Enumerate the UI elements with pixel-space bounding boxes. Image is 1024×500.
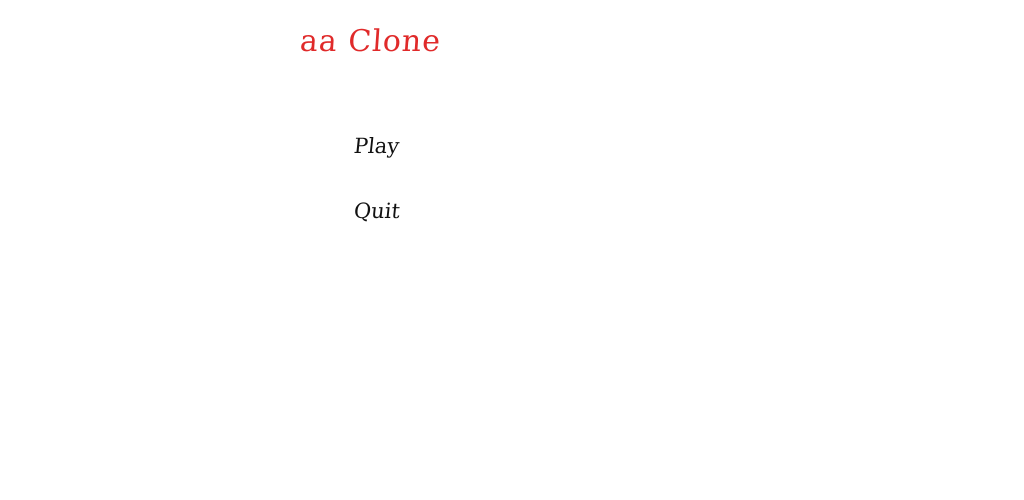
play-button[interactable]: Play	[353, 132, 401, 160]
game-title: aa Clone	[298, 24, 443, 59]
main-menu-screen: aa Clone Play Quit	[0, 0, 1024, 500]
quit-button[interactable]: Quit	[353, 197, 402, 225]
